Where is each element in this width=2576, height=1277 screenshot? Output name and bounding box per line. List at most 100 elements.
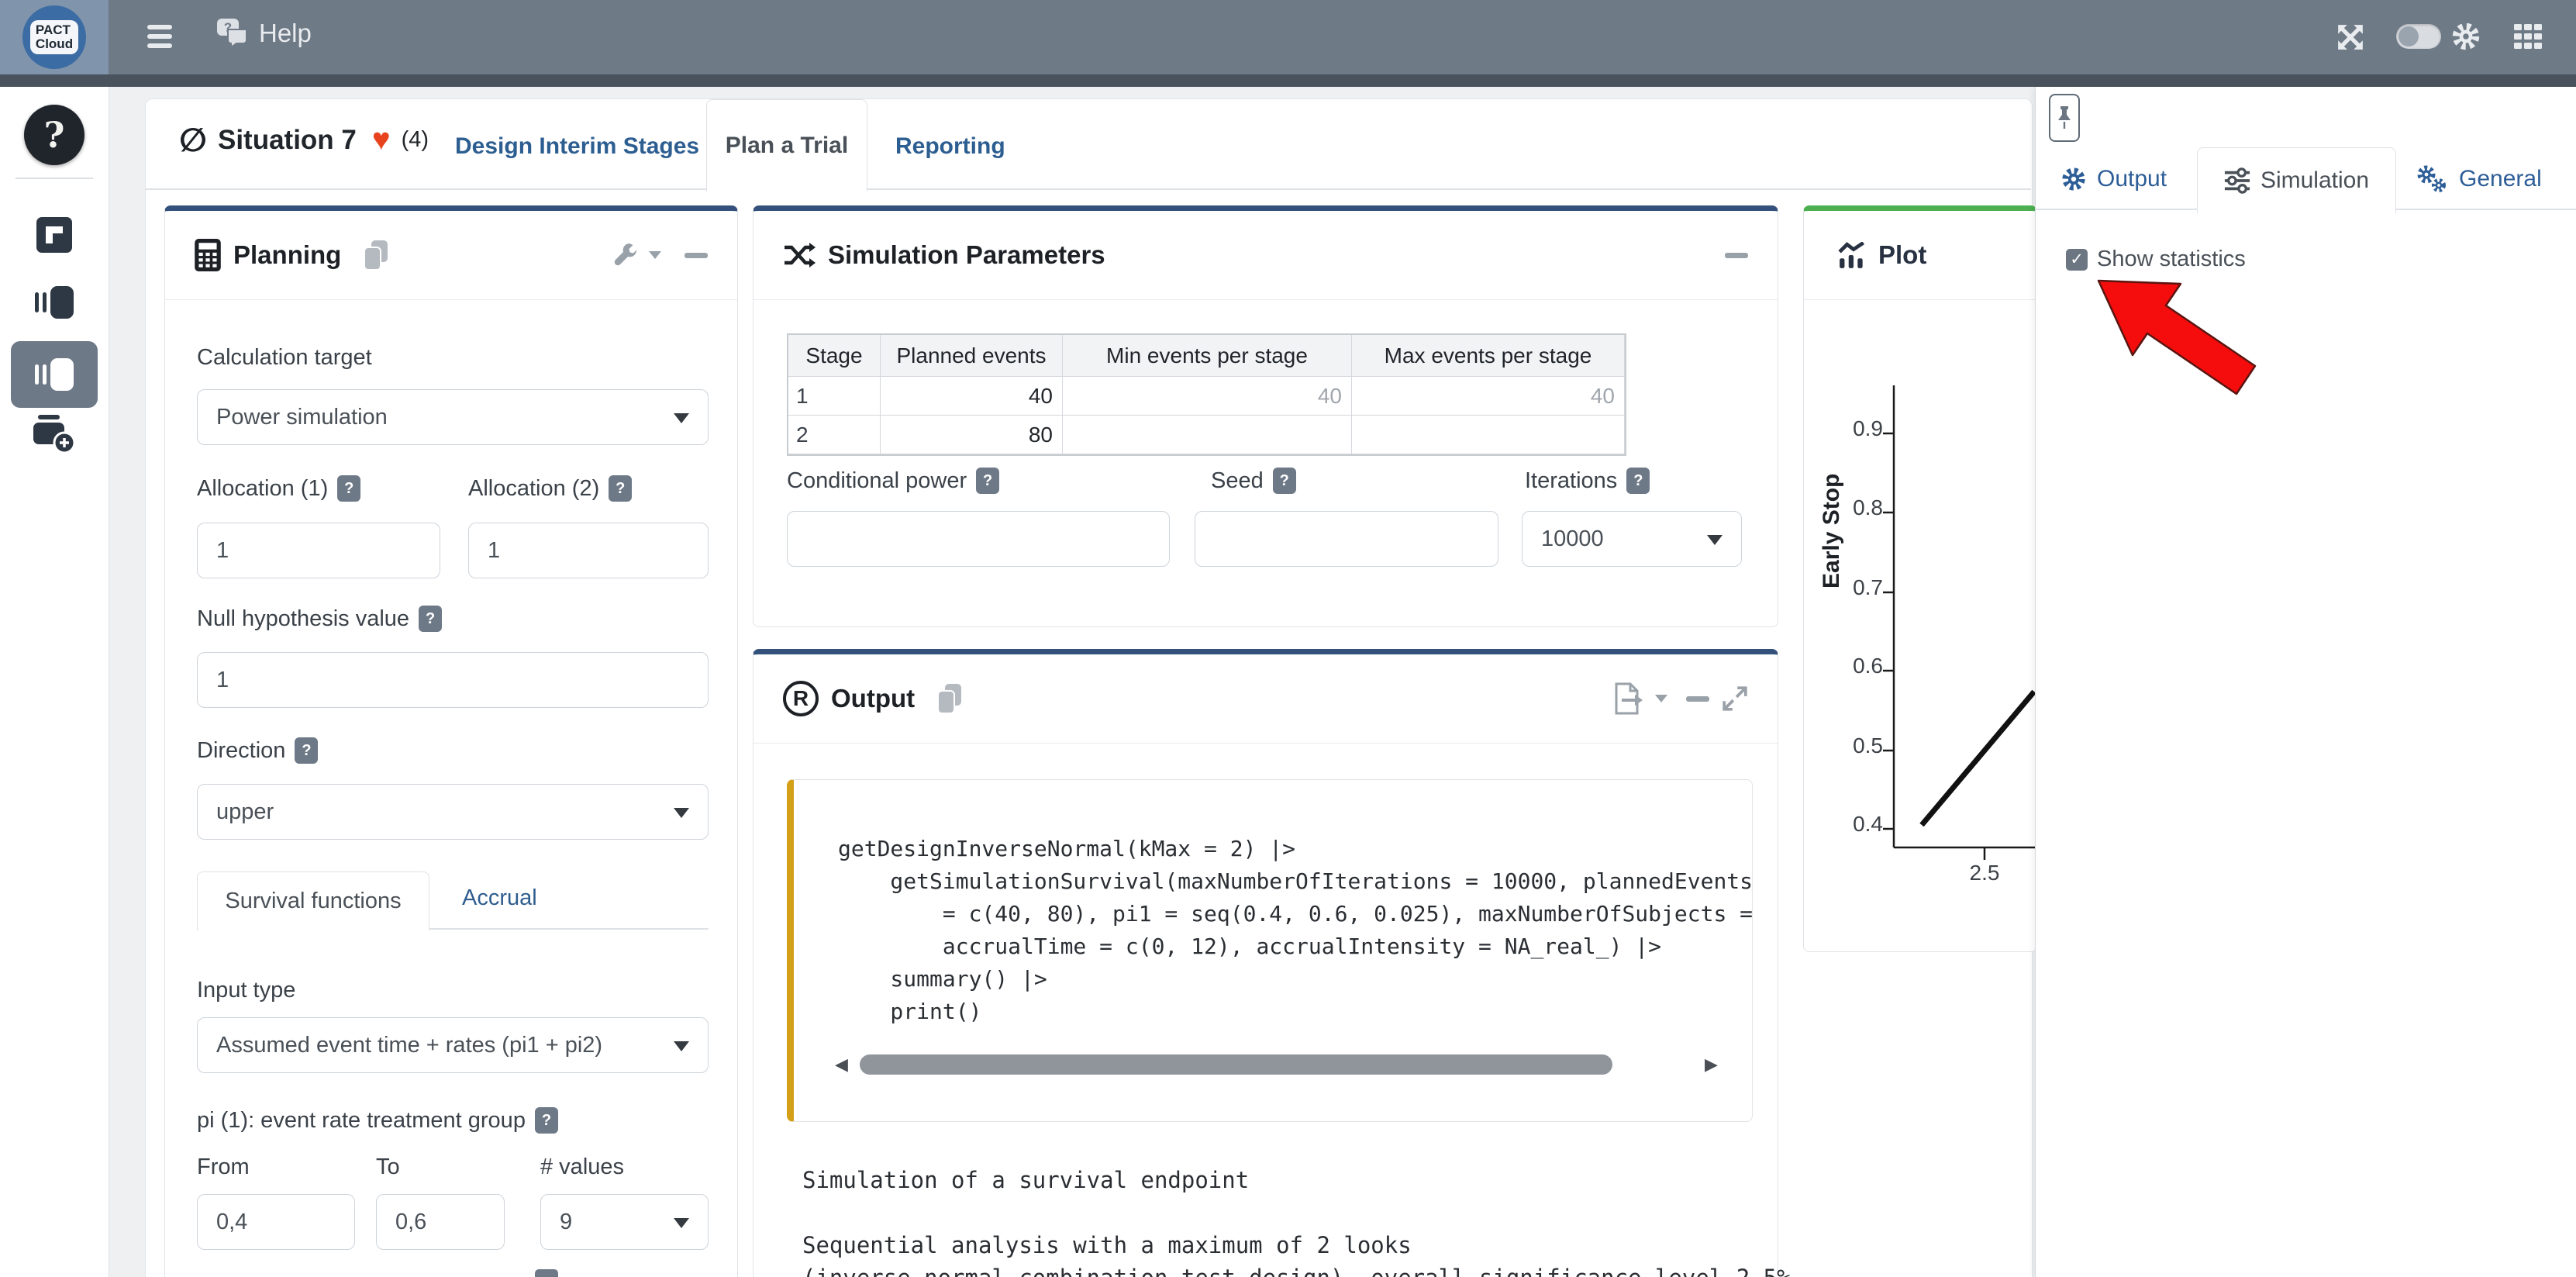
hamburger-menu-icon[interactable]: [147, 25, 172, 48]
table-cell-min-events-1[interactable]: 40: [1063, 377, 1352, 416]
wrench-icon[interactable]: [613, 243, 638, 267]
code-line: print(): [838, 999, 981, 1024]
tab-plan-a-trial[interactable]: Plan a Trial: [706, 99, 867, 192]
gears-icon: [2415, 164, 2449, 194]
help-icon[interactable]: ?: [295, 737, 318, 764]
r-code-block: getDesignInverseNormal(kMax = 2) |> getS…: [787, 779, 1753, 1122]
situation-icon: ∅: [179, 121, 207, 159]
tab-reporting[interactable]: Reporting: [895, 133, 1005, 160]
settings-gear-icon[interactable]: [2450, 21, 2481, 56]
simulation-parameters-header: Simulation Parameters: [753, 211, 1778, 300]
sidebar-item-designs[interactable]: [36, 217, 72, 253]
output-result-line: Simulation of a survival endpoint: [802, 1167, 1249, 1193]
seed-input[interactable]: [1195, 511, 1498, 567]
input-type-label: Input type: [197, 978, 295, 1003]
output-title: Output: [831, 684, 915, 713]
help-button[interactable]: ? Help: [216, 19, 312, 48]
pi1-from-input[interactable]: [197, 1194, 355, 1250]
iterations-label: Iterations?: [1525, 468, 1650, 494]
subtab-accrual[interactable]: Accrual: [462, 885, 537, 911]
pi1-num-values-select[interactable]: 9: [540, 1194, 709, 1250]
sidebar-item-add-situation[interactable]: [33, 413, 77, 457]
dark-mode-toggle[interactable]: [2396, 24, 2441, 49]
wrench-caret-icon[interactable]: [649, 251, 661, 259]
expand-icon[interactable]: [1722, 685, 1748, 712]
events-table: Stage Planned events Min events per stag…: [787, 333, 1626, 456]
horizontal-scrollbar: ◀ ▶: [813, 1049, 1736, 1080]
drawer-tab-output[interactable]: Output: [2060, 152, 2167, 206]
help-label: Help: [259, 19, 312, 48]
sliders-icon: [2224, 167, 2250, 194]
help-icon[interactable]: ?: [535, 1107, 558, 1134]
left-sidebar: [0, 87, 109, 1277]
allocation1-input[interactable]: [197, 523, 440, 578]
grid-apps-icon[interactable]: [2514, 24, 2542, 53]
fullscreen-arrows-icon[interactable]: [2336, 22, 2365, 56]
simulation-parameters-collapse-button[interactable]: [1725, 253, 1748, 258]
favorite-count: (4): [402, 127, 429, 153]
iterations-select[interactable]: 10000: [1522, 511, 1742, 567]
drawer-tab-general-label: General: [2459, 166, 2542, 192]
planning-title: Planning: [233, 240, 341, 270]
drawer-tab-simulation[interactable]: Simulation: [2197, 147, 2396, 213]
export-caret-icon[interactable]: [1655, 695, 1667, 702]
help-icon[interactable]: ?: [337, 475, 360, 502]
table-cell-planned-events-1[interactable]: 40: [881, 377, 1063, 416]
calculation-target-select[interactable]: Power simulation: [197, 389, 709, 445]
conditional-power-input[interactable]: [787, 511, 1170, 567]
pin-icon: [2055, 104, 2074, 132]
favorite-heart-icon[interactable]: ♥: [372, 123, 391, 157]
to-label: To: [376, 1154, 400, 1180]
pin-drawer-button[interactable]: [2049, 94, 2080, 142]
show-statistics-option[interactable]: Show statistics: [2066, 247, 2246, 272]
sidebar-item-situations[interactable]: [35, 285, 74, 320]
logo-text-line1: PACT: [36, 23, 73, 37]
direction-select[interactable]: upper: [197, 784, 709, 840]
tab-plan-a-trial-label: Plan a Trial: [726, 133, 848, 159]
help-icon[interactable]: ?: [609, 475, 632, 502]
help-icon[interactable]: [535, 1269, 558, 1277]
copy-icon[interactable]: [938, 684, 961, 713]
help-icon[interactable]: ?: [1626, 468, 1650, 494]
conditional-power-label: Conditional power?: [787, 468, 999, 494]
scroll-left-arrow[interactable]: ◀: [835, 1054, 848, 1075]
rpact-cloud-logo-icon: PACT Cloud: [22, 5, 86, 69]
sidebar-item-current-situation[interactable]: [11, 341, 98, 408]
drawer-tab-general[interactable]: General: [2415, 152, 2542, 206]
null-hypothesis-input[interactable]: [197, 652, 709, 708]
copy-icon[interactable]: [364, 240, 388, 270]
pi1-to-input[interactable]: [376, 1194, 505, 1250]
logo-text-line2: Cloud: [36, 37, 73, 51]
table-cell-min-events-2[interactable]: [1063, 416, 1352, 454]
export-icon[interactable]: [1615, 682, 1643, 715]
tab-design-interim-stages[interactable]: Design Interim Stages: [455, 133, 699, 160]
r-logo-icon: R: [783, 681, 819, 716]
topbar-shadow: [0, 74, 2576, 87]
input-type-select[interactable]: Assumed event time + rates (pi1 + pi2): [197, 1017, 709, 1073]
help-icon[interactable]: ?: [419, 606, 442, 632]
table-cell-max-events-2[interactable]: [1352, 416, 1625, 454]
app-logo[interactable]: PACT Cloud: [0, 0, 109, 74]
help-icon[interactable]: ?: [1273, 468, 1296, 494]
planning-panel-header: Planning: [165, 211, 737, 300]
help-icon[interactable]: ?: [976, 468, 999, 494]
subtab-survival-label: Survival functions: [225, 889, 401, 914]
panel-stack-icon: [35, 285, 74, 320]
planning-collapse-button[interactable]: [685, 253, 708, 258]
user-avatar[interactable]: ?: [24, 105, 84, 165]
sidebar-divider: [16, 178, 93, 179]
allocation2-input[interactable]: [468, 523, 709, 578]
scrollbar-thumb[interactable]: [860, 1054, 1612, 1075]
calculator-icon: [195, 239, 221, 271]
table-cell-stage-1: 1: [788, 377, 881, 416]
drawer-tab-simulation-label: Simulation: [2260, 167, 2369, 194]
code-line: = c(40, 80), pi1 = seq(0.4, 0.6, 0.025),…: [838, 901, 1753, 927]
show-statistics-checkbox[interactable]: [2066, 249, 2088, 271]
scroll-right-arrow[interactable]: ▶: [1705, 1054, 1718, 1075]
output-collapse-button[interactable]: [1686, 696, 1709, 702]
subtab-survival-functions[interactable]: Survival functions: [197, 871, 429, 930]
table-header-max-events: Max events per stage: [1352, 335, 1625, 377]
calculation-target-value: Power simulation: [216, 405, 388, 430]
table-cell-max-events-1[interactable]: 40: [1352, 377, 1625, 416]
table-cell-planned-events-2[interactable]: 80: [881, 416, 1063, 454]
